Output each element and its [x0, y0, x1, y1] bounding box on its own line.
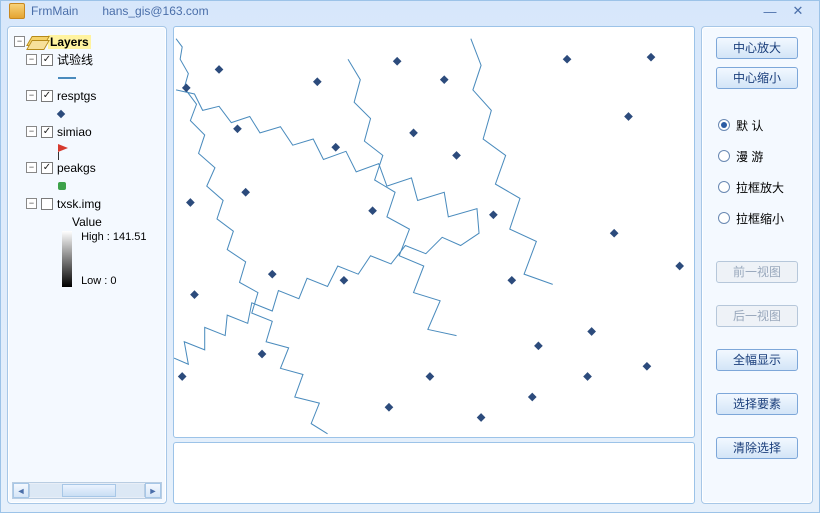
layer-label: simiao — [57, 125, 92, 139]
gradient-swatch — [62, 231, 72, 287]
layer-label: 试验线 — [57, 51, 93, 68]
app-window: FrmMain hans_gis@163.com — ✕ − Layers − … — [0, 0, 820, 513]
next-view-button[interactable]: 后一视图 — [716, 305, 798, 327]
tree-root[interactable]: − Layers — [14, 33, 160, 51]
full-extent-button[interactable]: 全幅显示 — [716, 349, 798, 371]
radio-default[interactable]: 默 认 — [718, 117, 800, 134]
layer-label: txsk.img — [57, 197, 101, 211]
layer-checkbox[interactable] — [41, 198, 53, 210]
zoom-in-button[interactable]: 中心放大 — [716, 37, 798, 59]
collapse-icon[interactable]: − — [26, 90, 37, 101]
radio-icon — [718, 181, 730, 193]
close-button[interactable]: ✕ — [785, 2, 811, 20]
pentagon-swatch-icon — [58, 182, 66, 190]
clear-selection-button[interactable]: 清除选择 — [716, 437, 798, 459]
layer-item[interactable]: − ✓ peakgs — [26, 159, 160, 177]
collapse-icon[interactable]: − — [14, 36, 25, 47]
layer-checkbox[interactable]: ✓ — [41, 54, 53, 66]
layer-item[interactable]: − ✓ simiao — [26, 123, 160, 141]
collapse-icon[interactable]: − — [26, 198, 37, 209]
scroll-thumb[interactable] — [62, 484, 116, 497]
layer-swatch — [58, 177, 160, 195]
radio-box-zoom-in[interactable]: 拉框放大 — [718, 179, 800, 196]
layer-item[interactable]: − ✓ resptgs — [26, 87, 160, 105]
layer-label: peakgs — [57, 161, 96, 175]
layer-checkbox[interactable]: ✓ — [41, 126, 53, 138]
status-area — [173, 442, 695, 504]
scroll-track[interactable] — [29, 484, 145, 497]
content-area: − Layers − ✓ 试验线 − ✓ resptgs − — [1, 22, 819, 512]
layer-item[interactable]: − txsk.img — [26, 195, 160, 213]
layer-checkbox[interactable]: ✓ — [41, 162, 53, 174]
scroll-right-button[interactable]: ► — [145, 483, 161, 498]
app-icon — [9, 3, 25, 19]
radio-icon — [718, 212, 730, 224]
select-feature-button[interactable]: 选择要素 — [716, 393, 798, 415]
layers-panel: − Layers − ✓ 试验线 − ✓ resptgs − — [7, 26, 167, 504]
collapse-icon[interactable]: − — [26, 126, 37, 137]
gradient-low: Low : 0 — [81, 275, 116, 287]
radio-box-zoom-out[interactable]: 拉框缩小 — [718, 210, 800, 227]
window-title: FrmMain — [31, 4, 78, 18]
titlebar: FrmMain hans_gis@163.com — ✕ — [1, 1, 819, 22]
radio-icon — [718, 150, 730, 162]
layers-tree: − Layers − ✓ 试验线 − ✓ resptgs − — [12, 31, 162, 480]
prev-view-button[interactable]: 前一视图 — [716, 261, 798, 283]
mode-radio-group: 默 认 漫 游 拉框放大 拉框缩小 — [710, 111, 804, 231]
gradient-high: High : 141.51 — [81, 231, 146, 243]
value-label: Value — [72, 213, 160, 231]
zoom-out-button[interactable]: 中心缩小 — [716, 67, 798, 89]
flag-swatch-icon — [58, 144, 68, 152]
layer-label: resptgs — [57, 89, 96, 103]
window-subtitle: hans_gis@163.com — [102, 4, 208, 18]
layer-swatch — [58, 69, 160, 87]
collapse-icon[interactable]: − — [26, 54, 37, 65]
layers-icon — [29, 36, 45, 48]
scroll-left-button[interactable]: ◄ — [13, 483, 29, 498]
layer-swatch — [58, 141, 160, 159]
point-swatch-icon — [57, 109, 65, 117]
layer-swatch — [58, 105, 160, 123]
horizontal-scrollbar[interactable]: ◄ ► — [12, 482, 162, 499]
collapse-icon[interactable]: − — [26, 162, 37, 173]
center-pane — [173, 26, 695, 504]
minimize-button[interactable]: — — [757, 2, 783, 20]
map-view[interactable] — [173, 26, 695, 438]
raster-gradient: High : 141.51 Low : 0 — [58, 231, 160, 287]
root-label: Layers — [48, 35, 91, 49]
layer-checkbox[interactable]: ✓ — [41, 90, 53, 102]
layer-item[interactable]: − ✓ 试验线 — [26, 51, 160, 69]
radio-pan[interactable]: 漫 游 — [718, 148, 800, 165]
map-canvas[interactable] — [174, 27, 694, 437]
tool-panel: 中心放大 中心缩小 默 认 漫 游 拉框放大 拉框缩小 前一视图 后一视图 全幅… — [701, 26, 813, 504]
radio-icon — [718, 119, 730, 131]
line-swatch-icon — [58, 77, 76, 79]
